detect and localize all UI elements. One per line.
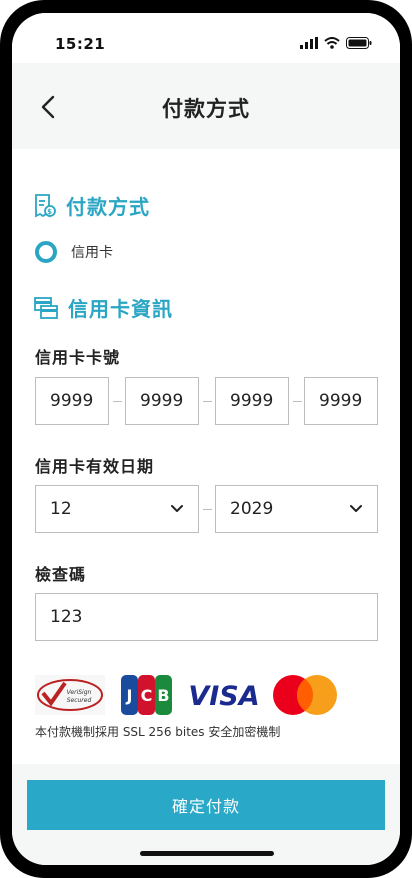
status-bar: 15:21 <box>12 13 400 63</box>
separator <box>203 401 212 402</box>
svg-text:J: J <box>126 686 133 705</box>
footer-bar: 確定付款 <box>12 764 400 865</box>
verisign-line2: Secured <box>67 697 92 704</box>
wifi-icon <box>324 37 340 49</box>
svg-text:C: C <box>141 686 153 705</box>
chevron-down-icon <box>350 505 362 512</box>
expiry-year-select[interactable]: 2029 <box>215 485 378 533</box>
header-bar: 付款方式 <box>12 63 400 149</box>
card-info-title: 信用卡資訊 <box>68 297 173 321</box>
jcb-logo: J C B <box>121 675 172 715</box>
status-icons <box>300 37 372 49</box>
page-title: 付款方式 <box>162 97 250 121</box>
card-number-input-4[interactable]: 9999 <box>304 377 378 425</box>
payment-method-title: 付款方式 <box>66 195 150 219</box>
expiry-month-select[interactable]: 12 <box>35 485 199 533</box>
separator <box>203 509 212 510</box>
separator <box>293 401 302 402</box>
radio-selected[interactable] <box>35 241 57 263</box>
battery-icon <box>346 37 372 49</box>
card-number-input-2[interactable]: 9999 <box>125 377 199 425</box>
verisign-logo: VeriSign Secured <box>35 675 105 715</box>
card-number-input-1[interactable]: 9999 <box>35 377 109 425</box>
signal-icon <box>300 37 318 49</box>
visa-logo: VISA <box>190 681 258 712</box>
cvv-label: 檢查碼 <box>35 565 87 584</box>
security-logos: VeriSign Secured J C B VISA <box>35 673 345 717</box>
svg-text:VISA: VISA <box>190 681 258 712</box>
svg-text:$: $ <box>47 208 53 216</box>
credit-card-icon <box>34 296 58 319</box>
card-number-label: 信用卡卡號 <box>35 348 121 367</box>
verisign-line1: VeriSign <box>67 689 92 696</box>
card-info-heading: 信用卡資訊 <box>34 293 173 322</box>
credit-card-option[interactable]: 信用卡 <box>35 241 113 263</box>
card-number-input-3[interactable]: 9999 <box>215 377 289 425</box>
credit-card-option-label: 信用卡 <box>71 245 113 261</box>
receipt-icon: $ <box>35 193 56 218</box>
separator <box>113 401 122 402</box>
home-indicator <box>140 851 274 856</box>
svg-text:B: B <box>157 686 169 705</box>
screen: 15:21 付款方式 $ 付款方式 信用卡 信用卡資訊 信用卡卡號 9999 9… <box>12 13 400 865</box>
status-time: 15:21 <box>55 35 106 53</box>
ssl-note: 本付款機制採用 SSL 256 bites 安全加密機制 <box>35 725 281 739</box>
phone-frame: 15:21 付款方式 $ 付款方式 信用卡 信用卡資訊 信用卡卡號 9999 9… <box>0 0 412 878</box>
cvv-input[interactable]: 123 <box>35 593 378 641</box>
confirm-payment-button[interactable]: 確定付款 <box>27 780 385 830</box>
payment-method-heading: $ 付款方式 <box>34 191 150 220</box>
mastercard-logo <box>273 675 337 715</box>
expiry-label: 信用卡有效日期 <box>35 457 155 476</box>
chevron-down-icon <box>171 505 183 512</box>
